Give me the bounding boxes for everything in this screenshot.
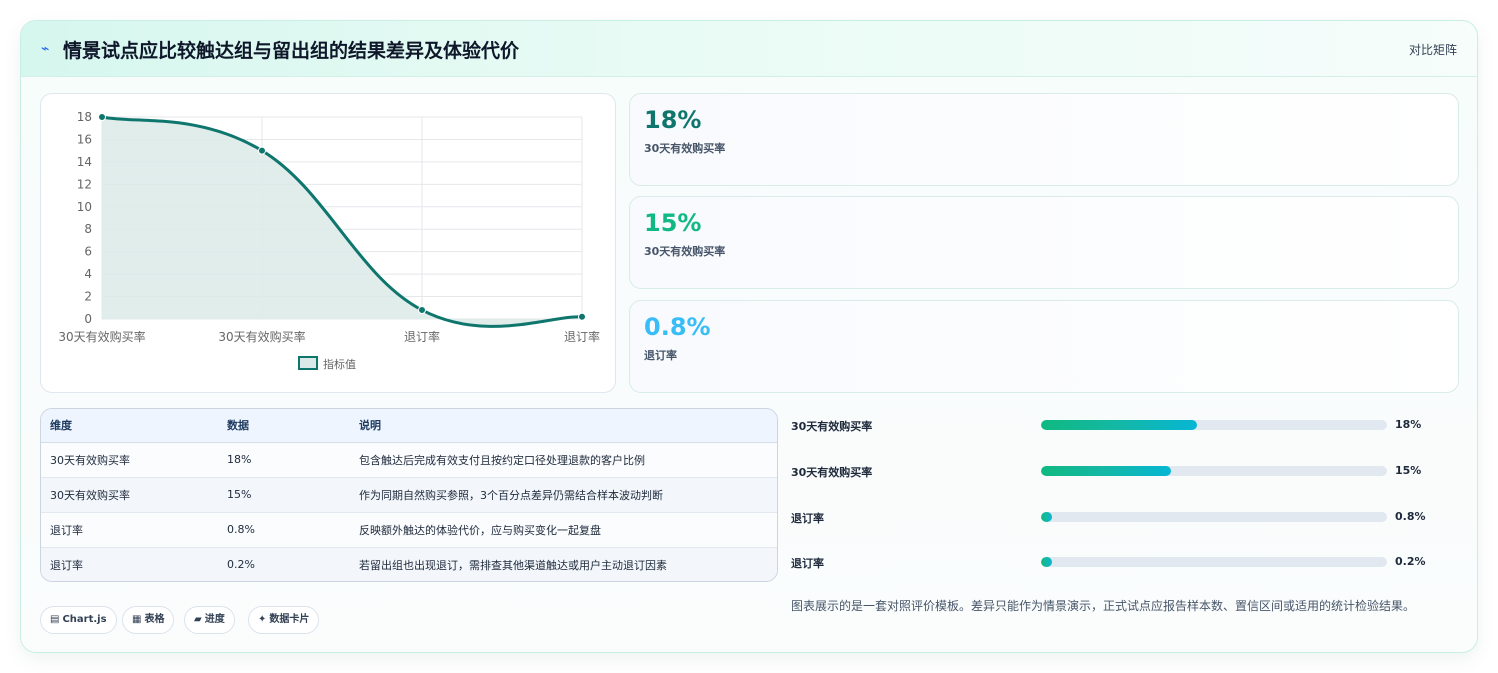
progress-value: 18% <box>1395 418 1422 431</box>
progress-track <box>1041 466 1387 476</box>
progress-fill <box>1041 512 1053 522</box>
chip-label: 数据卡片 <box>269 614 310 625</box>
chip-label: Chart.js <box>62 614 107 625</box>
table-row: 退订率 0.8% 反映额外触达的体验代价，应与购买变化一起复盘 <box>41 512 777 548</box>
progress-fill <box>1041 466 1171 476</box>
progress-label: 30天有效购买率 <box>791 466 873 479</box>
table-cell: 若留出组也出现退订，需排查其他渠道触达或用户主动退订因素 <box>350 547 777 581</box>
data-point <box>578 312 586 321</box>
table-cell: 18% <box>218 442 350 478</box>
table-icon: ▦ <box>132 614 142 625</box>
legend-swatch <box>298 356 318 370</box>
page-title: 情景试点应比较触达组与留出组的结果差异及体验代价 <box>63 40 520 62</box>
y-tick-label: 10 <box>77 200 92 214</box>
y-tick-label: 0 <box>84 312 92 326</box>
stat-value: 18% <box>644 106 702 134</box>
progress-label: 退订率 <box>791 557 824 570</box>
stat-label: 30天有效购买率 <box>644 142 726 155</box>
table-row: 30天有效购买率 18% 包含触达后完成有效支付且按约定口径处理退款的客户比例 <box>41 442 777 478</box>
chip-label: 表格 <box>144 614 165 625</box>
stat-card: 0.8% 退订率 <box>629 300 1459 393</box>
progress-row: 退订率 0.2% <box>791 553 1451 573</box>
progress-track <box>1041 420 1387 430</box>
table-cell: 0.8% <box>218 512 350 548</box>
progress-label: 退订率 <box>791 512 824 525</box>
chip-label: 进度 <box>204 614 225 625</box>
y-tick-label: 14 <box>77 155 92 169</box>
stat-value: 0.8% <box>644 313 711 341</box>
table-header-cell: 数据 <box>218 409 350 443</box>
progress-fill <box>1041 420 1197 430</box>
table-row: 退订率 0.2% 若留出组也出现退订，需排查其他渠道触达或用户主动退订因素 <box>41 547 777 581</box>
x-tick-label: 30天有效购买率 <box>218 329 305 344</box>
table-header-cell: 维度 <box>41 409 218 443</box>
progress-value: 0.2% <box>1395 555 1426 568</box>
progress-icon: ▰ <box>194 614 202 625</box>
table-cell: 退订率 <box>41 512 218 548</box>
progress-track <box>1041 512 1387 522</box>
table-cell: 30天有效购买率 <box>41 442 218 478</box>
chip-chartjs[interactable]: ▤ Chart.js <box>40 606 117 634</box>
stat-value: 15% <box>644 209 702 237</box>
table-cell: 0.2% <box>218 547 350 581</box>
x-tick-label: 退订率 <box>404 329 440 344</box>
sparkle-icon: ✦ <box>258 614 267 625</box>
progress-track <box>1041 557 1387 567</box>
y-tick-label: 4 <box>84 267 92 281</box>
chart-icon: ▤ <box>50 614 60 625</box>
progress-value: 15% <box>1395 464 1422 477</box>
data-table: 维度 数据 说明 30天有效购买率 18% 包含触达后完成有效支付且按约定口径处… <box>40 408 778 582</box>
series-area <box>102 117 582 327</box>
progress-row: 30天有效购买率 18% <box>791 416 1451 436</box>
chart-bolt-icon: ⌁ <box>41 41 50 57</box>
y-tick-label: 8 <box>84 222 92 236</box>
y-tick-label: 6 <box>84 245 92 259</box>
chip-data-card[interactable]: ✦ 数据卡片 <box>248 606 320 634</box>
table-row: 30天有效购买率 15% 作为同期自然购买参照，3个百分点差异仍需结合样本波动判… <box>41 477 777 513</box>
data-point <box>98 113 106 121</box>
table-cell: 退订率 <box>41 547 218 581</box>
data-point <box>418 306 426 315</box>
table-header-row: 维度 数据 说明 <box>41 409 777 443</box>
stat-card: 15% 30天有效购买率 <box>629 196 1459 289</box>
table-cell: 包含触达后完成有效支付且按约定口径处理退款的客户比例 <box>350 442 777 478</box>
chip-progress[interactable]: ▰ 进度 <box>184 606 235 634</box>
y-tick-label: 18 <box>77 110 92 124</box>
stat-label: 退订率 <box>644 349 677 362</box>
chart-panel: 0 2 4 6 8 10 12 14 16 18 30天有效购买率 30天有效购买率 退订率 退订率指标值 <box>40 93 616 393</box>
legend-label: 指标值 <box>323 357 356 371</box>
progress-value: 0.8% <box>1395 510 1426 523</box>
x-tick-label: 退订率 <box>564 329 600 344</box>
progress-fill <box>1041 557 1053 567</box>
table-cell: 15% <box>218 477 350 513</box>
y-tick-label: 16 <box>77 132 92 146</box>
progress-row: 退订率 0.8% <box>791 508 1451 528</box>
x-tick-label: 30天有效购买率 <box>58 329 145 344</box>
comparison-card: ⌁ 情景试点应比较触达组与留出组的结果差异及体验代价 对比矩阵 0 2 4 6 8 10 1… <box>20 20 1478 653</box>
area-chart: 0 2 4 6 8 10 12 14 16 18 30天有效购买率 30天有效购买率 退订率 退订率指标值 <box>58 110 600 371</box>
data-point <box>258 146 266 155</box>
stat-label: 30天有效购买率 <box>644 245 726 258</box>
table-cell: 30天有效购买率 <box>41 477 218 513</box>
stat-card: 18% 30天有效购买率 <box>629 93 1459 186</box>
footnote: 图表展示的是一套对照评价模板。差异只能作为情景演示，正式试点应报告样本数、置信区… <box>791 599 1416 613</box>
y-tick-label: 2 <box>84 290 92 304</box>
progress-row: 30天有效购买率 15% <box>791 462 1451 482</box>
card-header: ⌁ 情景试点应比较触达组与留出组的结果差异及体验代价 对比矩阵 <box>21 21 1477 77</box>
progress-label: 30天有效购买率 <box>791 420 873 433</box>
table-header-cell: 说明 <box>350 409 777 443</box>
table-cell: 作为同期自然购买参照，3个百分点差异仍需结合样本波动判断 <box>350 477 777 513</box>
table-cell: 反映额外触达的体验代价，应与购买变化一起复盘 <box>350 512 777 548</box>
chip-table[interactable]: ▦ 表格 <box>122 606 175 634</box>
header-tag: 对比矩阵 <box>1408 43 1457 57</box>
y-tick-label: 12 <box>77 177 92 191</box>
